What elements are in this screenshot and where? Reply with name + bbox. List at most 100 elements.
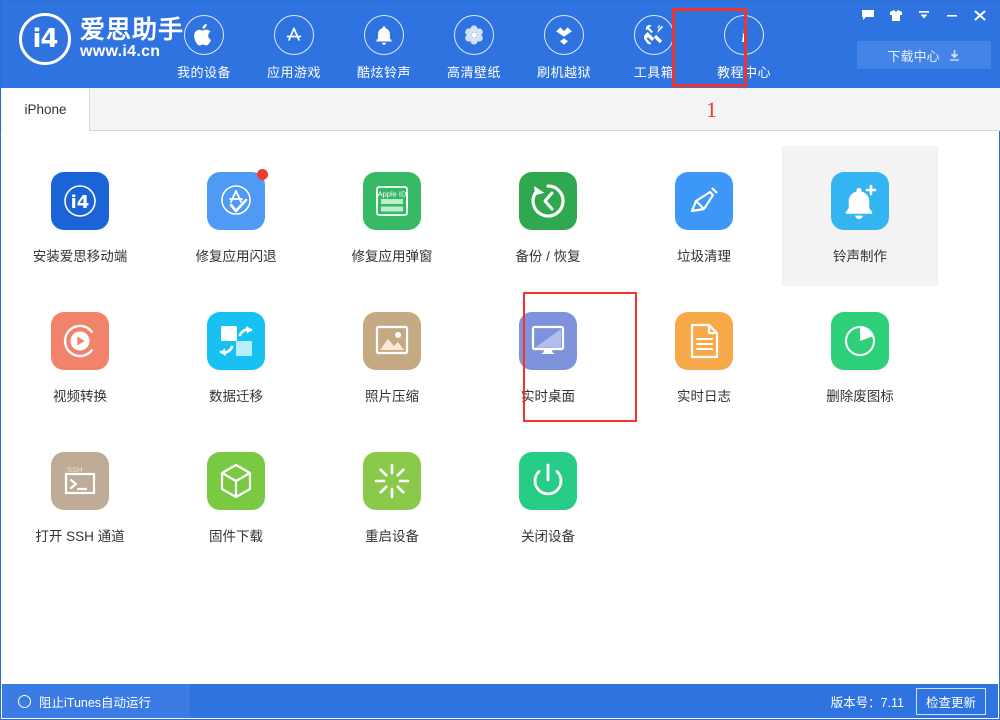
tool-item[interactable]: 垃圾清理 bbox=[626, 146, 782, 286]
tool-label: 安装爱思移动端 bbox=[32, 249, 128, 264]
tab-strip: iPhone bbox=[1, 88, 1000, 131]
tab-label: iPhone bbox=[24, 102, 67, 117]
svg-text:i4: i4 bbox=[71, 192, 90, 213]
tool-label: 关闭设备 bbox=[521, 529, 575, 544]
box-open-icon bbox=[544, 15, 584, 55]
nav-label: 酷炫铃声 bbox=[356, 65, 411, 80]
annotation-number-1: 1 bbox=[706, 97, 717, 122]
block-itunes-label: 阻止iTunes自动运行 bbox=[39, 695, 152, 710]
nav-item-toolbox[interactable]: 工具箱 bbox=[609, 9, 699, 83]
tool-label: 重启设备 bbox=[365, 529, 419, 544]
download-arrow-icon bbox=[948, 49, 961, 62]
tool-label: 固件下载 bbox=[209, 529, 263, 544]
tool-label: 删除废图标 bbox=[826, 389, 894, 404]
tool-label: 数据迁移 bbox=[209, 389, 263, 404]
monitor-icon bbox=[519, 312, 577, 370]
notification-badge bbox=[257, 169, 268, 180]
apple-icon bbox=[184, 15, 224, 55]
power-icon bbox=[519, 452, 577, 510]
nav-label: 教程中心 bbox=[716, 65, 771, 80]
tool-item[interactable]: 删除废图标 bbox=[782, 286, 938, 426]
itools-window: i4 爱思助手 www.i4.cn 我的设备 应用游戏 酷炫铃声 高清壁纸 刷机… bbox=[0, 0, 1000, 720]
restore-icon bbox=[519, 172, 577, 230]
tool-label: 实时桌面 bbox=[521, 389, 575, 404]
version-label: 版本号：7.11 bbox=[830, 695, 904, 710]
nav-item-wallpapers[interactable]: 高清壁纸 bbox=[429, 9, 519, 83]
document-icon bbox=[675, 312, 733, 370]
svg-text:SSH: SSH bbox=[67, 465, 82, 474]
nav-label: 工具箱 bbox=[633, 65, 675, 80]
status-bar: 阻止iTunes自动运行 版本号：7.11 检查更新 bbox=[2, 684, 998, 718]
block-itunes-toggle[interactable]: 阻止iTunes自动运行 bbox=[2, 684, 190, 718]
migrate-icon bbox=[207, 312, 265, 370]
bell-icon bbox=[364, 15, 404, 55]
status-bar-right: 版本号：7.11 检查更新 bbox=[831, 684, 986, 718]
tool-item[interactable]: Apple ID 修复应用弹窗 bbox=[314, 146, 470, 286]
toolbox-content: i4 安装爱思移动端 修复应用闪退 Apple ID 修复应用弹窗 备份 / 恢复 垃圾清理… bbox=[2, 132, 998, 686]
tab-iphone[interactable]: iPhone bbox=[2, 88, 90, 131]
i4-app-icon: i4 bbox=[51, 172, 109, 230]
flower-icon bbox=[454, 15, 494, 55]
nav-item-apps-games[interactable]: 应用游戏 bbox=[249, 9, 339, 83]
nav-item-my-device[interactable]: 我的设备 bbox=[159, 9, 249, 83]
download-center-label: 下载中心 bbox=[887, 48, 940, 64]
tool-item[interactable]: 关闭设备 bbox=[470, 426, 626, 566]
svg-text:Apple ID: Apple ID bbox=[378, 190, 407, 199]
ssh-terminal-icon: SSH bbox=[51, 452, 109, 510]
menu-icon[interactable] bbox=[911, 4, 937, 26]
minimize-icon[interactable] bbox=[939, 4, 965, 26]
nav-label: 应用游戏 bbox=[266, 65, 321, 80]
tool-item[interactable]: 重启设备 bbox=[314, 426, 470, 566]
close-icon[interactable] bbox=[967, 4, 993, 26]
app-header: i4 爱思助手 www.i4.cn 我的设备 应用游戏 酷炫铃声 高清壁纸 刷机… bbox=[1, 1, 1000, 88]
svg-text:i: i bbox=[741, 26, 746, 46]
bell-plus-icon bbox=[831, 172, 889, 230]
tool-item[interactable]: 实时日志 bbox=[626, 286, 782, 426]
nav-label: 刷机越狱 bbox=[536, 65, 591, 80]
tool-item[interactable]: 照片压缩 bbox=[314, 286, 470, 426]
tool-label: 打开 SSH 通道 bbox=[35, 529, 125, 544]
appstore-icon bbox=[274, 15, 314, 55]
tool-label: 视频转换 bbox=[53, 389, 107, 404]
tool-label: 修复应用弹窗 bbox=[351, 249, 433, 264]
tool-item[interactable]: 铃声制作 bbox=[782, 146, 938, 286]
tool-item[interactable]: 实时桌面 bbox=[470, 286, 626, 426]
tool-label: 修复应用闪退 bbox=[195, 249, 277, 264]
tool-item[interactable]: 固件下载 bbox=[158, 426, 314, 566]
skin-icon[interactable] bbox=[883, 4, 909, 26]
logo-mark-icon: i4 bbox=[19, 13, 71, 65]
restart-icon bbox=[363, 452, 421, 510]
play-circle-icon bbox=[51, 312, 109, 370]
tool-label: 备份 / 恢复 bbox=[515, 249, 581, 264]
tool-label: 实时日志 bbox=[677, 389, 731, 404]
apple-id-icon: Apple ID bbox=[363, 172, 421, 230]
photo-icon bbox=[363, 312, 421, 370]
tool-item[interactable]: 数据迁移 bbox=[158, 286, 314, 426]
toolbox-grid: i4 安装爱思移动端 修复应用闪退 Apple ID 修复应用弹窗 备份 / 恢复 垃圾清理… bbox=[2, 146, 998, 566]
appstore-fix-icon bbox=[207, 169, 268, 230]
nav-item-ringtones[interactable]: 酷炫铃声 bbox=[339, 9, 429, 83]
main-nav: 我的设备 应用游戏 酷炫铃声 高清壁纸 刷机越狱 工具箱 i 教程中心 bbox=[159, 9, 789, 83]
tool-item[interactable]: 备份 / 恢复 bbox=[470, 146, 626, 286]
tool-label: 垃圾清理 bbox=[677, 249, 731, 264]
tool-label: 铃声制作 bbox=[833, 249, 887, 264]
nav-item-tutorials[interactable]: i 教程中心 bbox=[699, 9, 789, 83]
info-icon: i bbox=[724, 15, 764, 55]
tool-item[interactable]: i4 安装爱思移动端 bbox=[2, 146, 158, 286]
nav-label: 我的设备 bbox=[176, 65, 231, 80]
pie-icon bbox=[831, 312, 889, 370]
feedback-icon[interactable] bbox=[855, 4, 881, 26]
tool-item[interactable]: SSH 打开 SSH 通道 bbox=[2, 426, 158, 566]
tool-item[interactable]: 视频转换 bbox=[2, 286, 158, 426]
nav-label: 高清壁纸 bbox=[446, 65, 501, 80]
download-center-button[interactable]: 下载中心 bbox=[857, 41, 991, 69]
tool-item[interactable]: 修复应用闪退 bbox=[158, 146, 314, 286]
toolbox-icon bbox=[634, 15, 674, 55]
window-controls bbox=[855, 4, 993, 26]
tool-label: 照片压缩 bbox=[365, 389, 419, 404]
check-update-button[interactable]: 检查更新 bbox=[915, 687, 986, 715]
nav-item-flash-jailbreak[interactable]: 刷机越狱 bbox=[519, 9, 609, 83]
cube-icon bbox=[207, 452, 265, 510]
radio-icon bbox=[18, 694, 31, 708]
broom-icon bbox=[675, 172, 733, 230]
